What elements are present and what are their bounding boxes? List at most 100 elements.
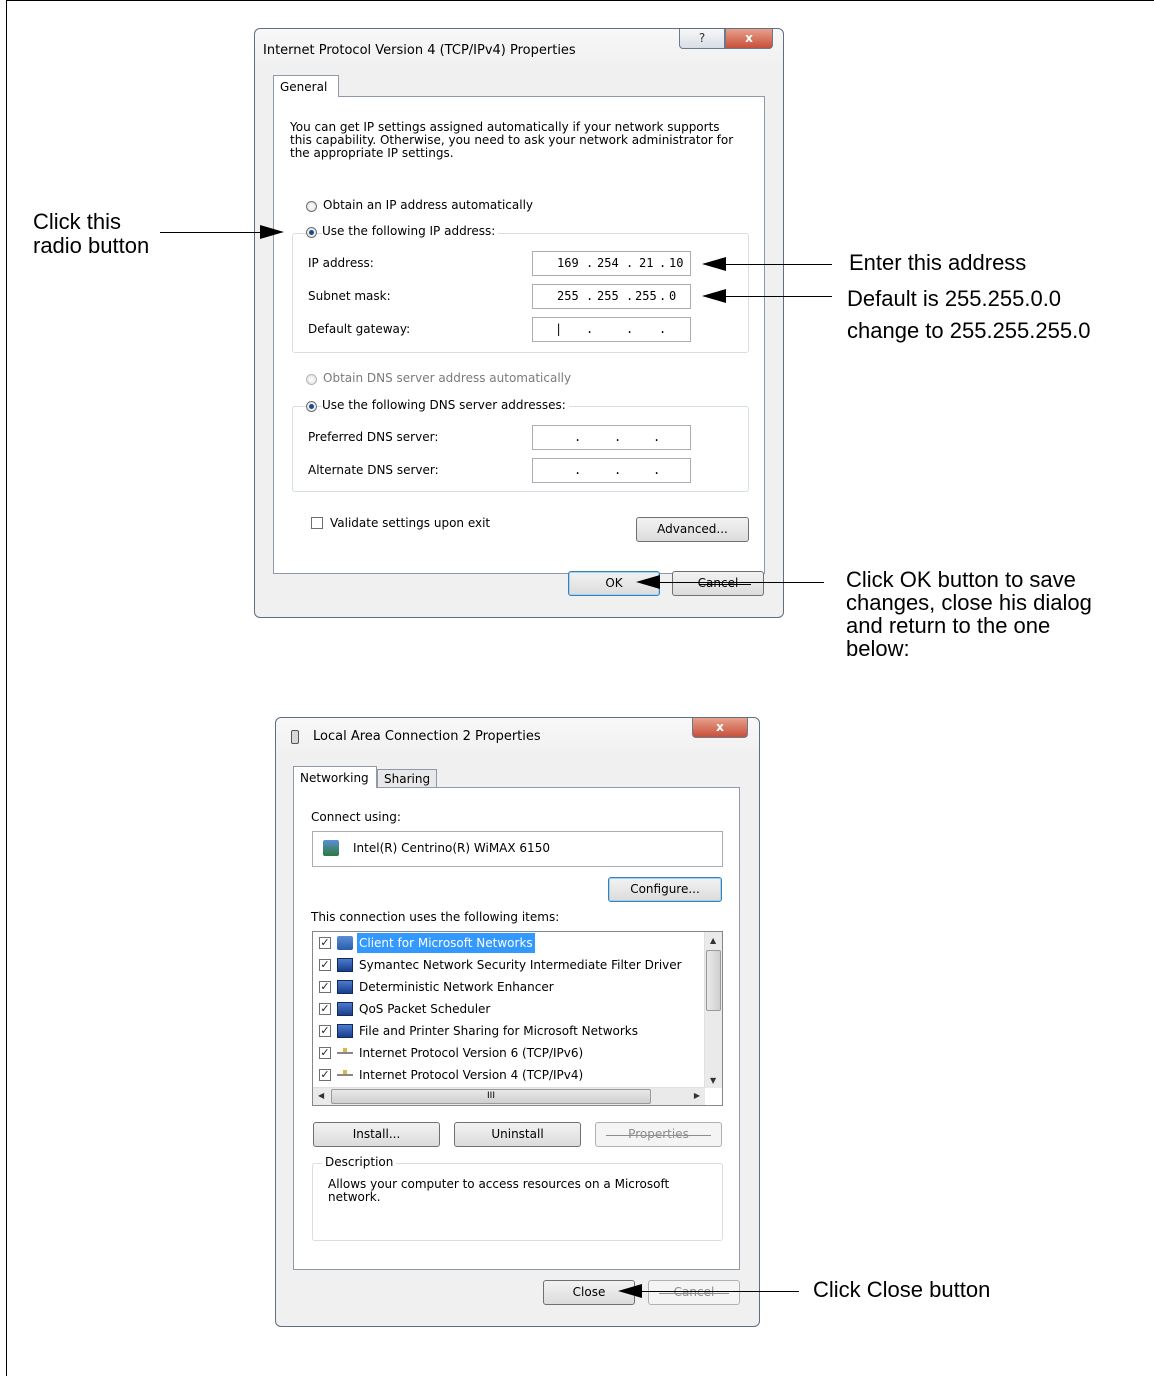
ip-octet-4: 10 <box>669 256 684 270</box>
intro-text: You can get IP settings assigned automat… <box>290 120 734 160</box>
scroll-left-icon[interactable]: ◀ <box>318 1091 324 1100</box>
adapter-box: Intel(R) Centrino(R) WiMAX 6150 <box>312 831 723 867</box>
obtain-ip-auto-radio[interactable] <box>306 201 317 212</box>
close-button[interactable]: x <box>692 718 748 738</box>
item-label: Internet Protocol Version 6 (TCP/IPv6) <box>359 1046 584 1060</box>
obtain-dns-auto-radio[interactable] <box>306 374 317 385</box>
ip-dot: . <box>614 430 622 444</box>
adapter-icon <box>323 840 339 856</box>
ipv4-properties-dialog: Internet Protocol Version 4 (TCP/IPv4) P… <box>254 28 784 618</box>
validate-label[interactable]: Validate settings upon exit <box>330 516 490 530</box>
ok-annotation-line1: Click OK button to save <box>846 567 1076 592</box>
text-caret: | <box>555 322 563 336</box>
item-checkbox[interactable]: ✓ <box>319 1025 331 1037</box>
description-legend: Description <box>322 1155 397 1169</box>
ip-octet-3: 21 <box>639 256 654 270</box>
items-list[interactable]: ✓ Client for Microsoft Networks ✓ Symant… <box>312 931 723 1106</box>
item-checkbox[interactable]: ✓ <box>319 981 331 993</box>
default-gateway-label: Default gateway: <box>308 322 411 336</box>
ip-dot: . <box>626 256 634 270</box>
use-following-ip-label[interactable]: Use the following IP address: <box>322 224 499 238</box>
computer-icon <box>337 980 353 994</box>
close-button[interactable]: x <box>725 29 773 49</box>
ip-address-label: IP address: <box>308 256 374 270</box>
obtain-dns-auto-label[interactable]: Obtain DNS server address automatically <box>323 371 571 385</box>
item-checkbox[interactable]: ✓ <box>319 959 331 971</box>
lan-connection-properties-dialog: Local Area Connection 2 Properties x Net… <box>275 717 760 1327</box>
ip-dot: . <box>653 463 661 477</box>
install-button[interactable]: Install... <box>313 1122 440 1147</box>
cancel-button[interactable]: Cancel <box>648 1280 740 1305</box>
properties-button-label: Properties <box>628 1127 689 1141</box>
configure-button[interactable]: Configure... <box>608 877 722 902</box>
use-following-ip-radio[interactable] <box>306 227 317 238</box>
dialog-title: Local Area Connection 2 Properties <box>313 729 541 744</box>
ok-annotation-line2: changes, close his dialog <box>846 590 1092 615</box>
tab-sharing[interactable]: Sharing <box>377 769 437 788</box>
alternate-dns-label: Alternate DNS server: <box>308 463 439 477</box>
horizontal-scroll-thumb[interactable]: III <box>331 1089 651 1104</box>
protocol-icon <box>337 1070 353 1076</box>
computer-icon <box>337 1024 353 1038</box>
subnet-annotation-line1: Default is 255.255.0.0 <box>847 286 1062 311</box>
ip-dot: . <box>659 289 667 303</box>
ip-dot: . <box>586 322 594 336</box>
description-text: Allows your computer to access resources… <box>328 1177 670 1204</box>
subnet-mask-field[interactable]: 255 . 255 . 255 . 0 <box>532 284 691 309</box>
subnet-annotation: Default is 255.255.0.0 change to 255.255… <box>847 283 1090 347</box>
general-panel: You can get IP settings assigned automat… <box>273 96 765 574</box>
computer-icon <box>337 1002 353 1016</box>
radio-annotation-line1: Click this <box>33 209 122 234</box>
item-label: File and Printer Sharing for Microsoft N… <box>359 1024 638 1038</box>
item-checkbox[interactable]: ✓ <box>319 1003 331 1015</box>
tab-networking[interactable]: Networking <box>293 766 377 788</box>
close-arrow-line <box>642 1291 799 1292</box>
ip-octet-2: 254 <box>597 256 619 270</box>
validate-checkbox[interactable] <box>311 517 323 529</box>
vertical-scroll-thumb[interactable] <box>706 950 721 1011</box>
close-arrow-head <box>618 1284 642 1298</box>
properties-button[interactable]: Properties <box>595 1122 722 1147</box>
use-following-dns-label[interactable]: Use the following DNS server addresses: <box>322 398 569 412</box>
close-annotation: Click Close button <box>813 1277 991 1302</box>
item-checkbox[interactable]: ✓ <box>319 937 331 949</box>
vertical-scrollbar[interactable]: ▲ ▼ <box>704 932 722 1088</box>
radio-annotation-line2: radio button <box>33 233 150 258</box>
help-button[interactable]: ? <box>679 29 725 49</box>
item-checkbox[interactable]: ✓ <box>319 1047 331 1059</box>
use-following-dns-radio[interactable] <box>306 401 317 412</box>
ip-dot: . <box>626 322 634 336</box>
radio-annotation: Click this radio button <box>33 210 149 258</box>
subnet-annotation-line2: change to 255.255.255.0 <box>847 318 1091 343</box>
adapter-name: Intel(R) Centrino(R) WiMAX 6150 <box>353 841 550 855</box>
item-label: Internet Protocol Version 4 (TCP/IPv4) <box>359 1068 584 1082</box>
scroll-right-icon[interactable]: ▶ <box>694 1091 700 1100</box>
default-gateway-field[interactable]: | . . . <box>532 317 691 342</box>
advanced-button[interactable]: Advanced... <box>636 517 749 542</box>
obtain-ip-auto-label[interactable]: Obtain an IP address automatically <box>323 198 533 212</box>
network-adapter-icon <box>291 730 299 744</box>
computer-icon <box>337 958 353 972</box>
scroll-down-icon[interactable]: ▼ <box>710 1076 716 1085</box>
uninstall-button[interactable]: Uninstall <box>454 1122 581 1147</box>
item-label: Deterministic Network Enhancer <box>359 980 554 994</box>
ip-address-field[interactable]: 169 . 254 . 21 . 10 <box>532 251 691 276</box>
items-label: This connection uses the following items… <box>311 910 560 924</box>
subnet-mask-label: Subnet mask: <box>308 289 391 303</box>
item-checkbox[interactable]: ✓ <box>319 1069 331 1081</box>
cancel-button[interactable]: Cancel <box>672 571 764 596</box>
title-bar: Internet Protocol Version 4 (TCP/IPv4) P… <box>255 29 783 67</box>
preferred-dns-field[interactable]: . . . <box>532 425 691 450</box>
scroll-up-icon[interactable]: ▲ <box>710 936 716 945</box>
ip-arrow-head <box>702 257 726 271</box>
horizontal-scrollbar[interactable]: ◀ III ▶ <box>313 1087 705 1105</box>
ip-dot: . <box>626 289 634 303</box>
tab-general[interactable]: General <box>273 75 339 97</box>
ip-dot: . <box>586 289 594 303</box>
ok-arrow-line <box>660 582 824 583</box>
ip-annotation: Enter this address <box>849 250 1027 275</box>
subnet-arrow-line <box>726 296 832 297</box>
alternate-dns-field[interactable]: . . . <box>532 458 691 483</box>
connect-using-label: Connect using: <box>311 810 401 824</box>
preferred-dns-label: Preferred DNS server: <box>308 430 439 444</box>
